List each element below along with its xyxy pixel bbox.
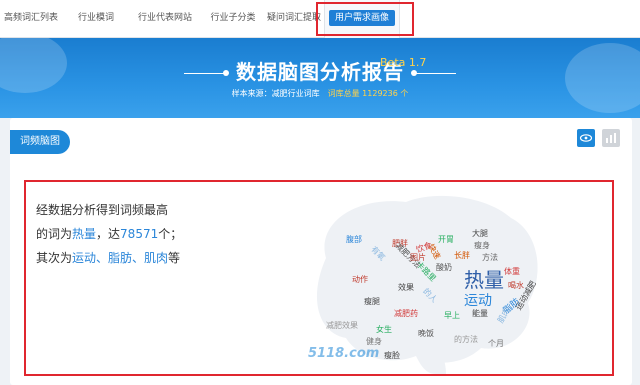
- wordcloud-word: 体重: [504, 267, 520, 276]
- wordcloud-word: 晚饭: [418, 329, 434, 338]
- wordcloud-word: 大腿: [472, 229, 488, 238]
- top-nav: 高频词汇列表 行业模词 行业代表网站 行业子分类 疑问词汇提取 用户需求画像: [0, 0, 640, 38]
- wordcloud-word: 女生: [376, 325, 392, 334]
- tab-industry-subcategory[interactable]: 行业子分类: [202, 0, 264, 37]
- wordcloud-word: 效果: [398, 283, 414, 292]
- version-badge: Beta 1.7: [380, 56, 427, 69]
- total-count: 词库总量 1129236 个: [327, 89, 409, 98]
- tab-high-frequency-words[interactable]: 高频词汇列表: [0, 0, 62, 37]
- wordcloud-word: 瘦身: [474, 241, 490, 250]
- tab-industry-sites[interactable]: 行业代表网站: [128, 0, 202, 37]
- desc-line-3: 其次为运动、脂肪、肌肉等: [36, 246, 182, 270]
- bar-chart-icon-button[interactable]: [602, 129, 620, 147]
- panel-tab-word-frequency[interactable]: 词频脑图: [10, 130, 70, 154]
- eye-icon-button[interactable]: [577, 129, 595, 147]
- wordcloud-word: 方法: [482, 253, 498, 262]
- wordcloud-word: 开胃: [438, 235, 454, 244]
- desc-text: 其次为: [36, 251, 73, 265]
- desc-text: 的词为: [36, 227, 73, 241]
- tab-industry-words[interactable]: 行业模词: [66, 0, 126, 37]
- eye-icon: [579, 134, 593, 142]
- wordcloud-panel: 词频脑图 经数据分析得到词频最高 的词为热量，达78571个； 其次为运动、脂肪…: [10, 118, 632, 385]
- wordcloud-word: 热量: [464, 268, 504, 292]
- wordcloud-word: 喝水: [508, 281, 524, 290]
- wordcloud-word: 酸奶: [436, 263, 452, 272]
- watermark-5118: 5118.com: [308, 346, 380, 361]
- report-title: 数据脑图分析报告: [0, 56, 640, 85]
- top-count: 78571: [120, 227, 159, 241]
- wordcloud-word: 动作: [352, 275, 368, 284]
- wordcloud-word: 的方法: [454, 335, 478, 344]
- wordcloud-word: 能量: [472, 309, 488, 318]
- top-word: 热量: [72, 227, 97, 241]
- report-banner: 数据脑图分析报告 Beta 1.7 样本来源：减肥行业词库 词库总量 112923…: [0, 38, 640, 118]
- tab-question-words[interactable]: 疑问词汇提取: [264, 0, 324, 37]
- title-line-right: [411, 70, 456, 76]
- wordcloud-word: 个月: [488, 339, 504, 348]
- report-title-text: 数据脑图分析报告: [236, 60, 404, 84]
- report-subtitle: 样本来源：减肥行业词库 词库总量 1129236 个: [0, 88, 640, 99]
- tab-user-persona-label: 用户需求画像: [328, 10, 395, 26]
- wordcloud-word: 腹部: [346, 235, 362, 244]
- title-line-left: [184, 70, 229, 76]
- wordcloud-word: 减肥药: [394, 309, 418, 318]
- wordcloud-word: 瘦腿: [364, 297, 380, 306]
- wordcloud-word: 运动: [464, 293, 492, 309]
- desc-text: ，达: [96, 227, 121, 241]
- wordcloud-word: 早上: [444, 311, 460, 320]
- tab-user-persona[interactable]: 用户需求画像: [324, 0, 400, 38]
- source-value: 减肥行业词库: [271, 89, 320, 98]
- source-label: 样本来源：: [231, 89, 272, 98]
- desc-text: 个；: [158, 227, 183, 241]
- analysis-content-box: 经数据分析得到词频最高 的词为热量，达78571个； 其次为运动、脂肪、肌肉等 …: [24, 180, 614, 376]
- desc-line-2: 的词为热量，达78571个；: [36, 222, 182, 246]
- wordcloud-word: 减肥效果: [326, 321, 358, 330]
- bar-chart-icon: [606, 133, 616, 143]
- analysis-description: 经数据分析得到词频最高 的词为热量，达78571个； 其次为运动、脂肪、肌肉等: [36, 198, 182, 270]
- wordcloud-word: 瘦脸: [384, 351, 400, 360]
- runner-up-words: 运动、脂肪、肌肉: [72, 251, 169, 265]
- desc-line-1: 经数据分析得到词频最高: [36, 203, 169, 217]
- desc-text: 等: [168, 251, 181, 265]
- wordcloud-word: 长胖: [454, 251, 470, 260]
